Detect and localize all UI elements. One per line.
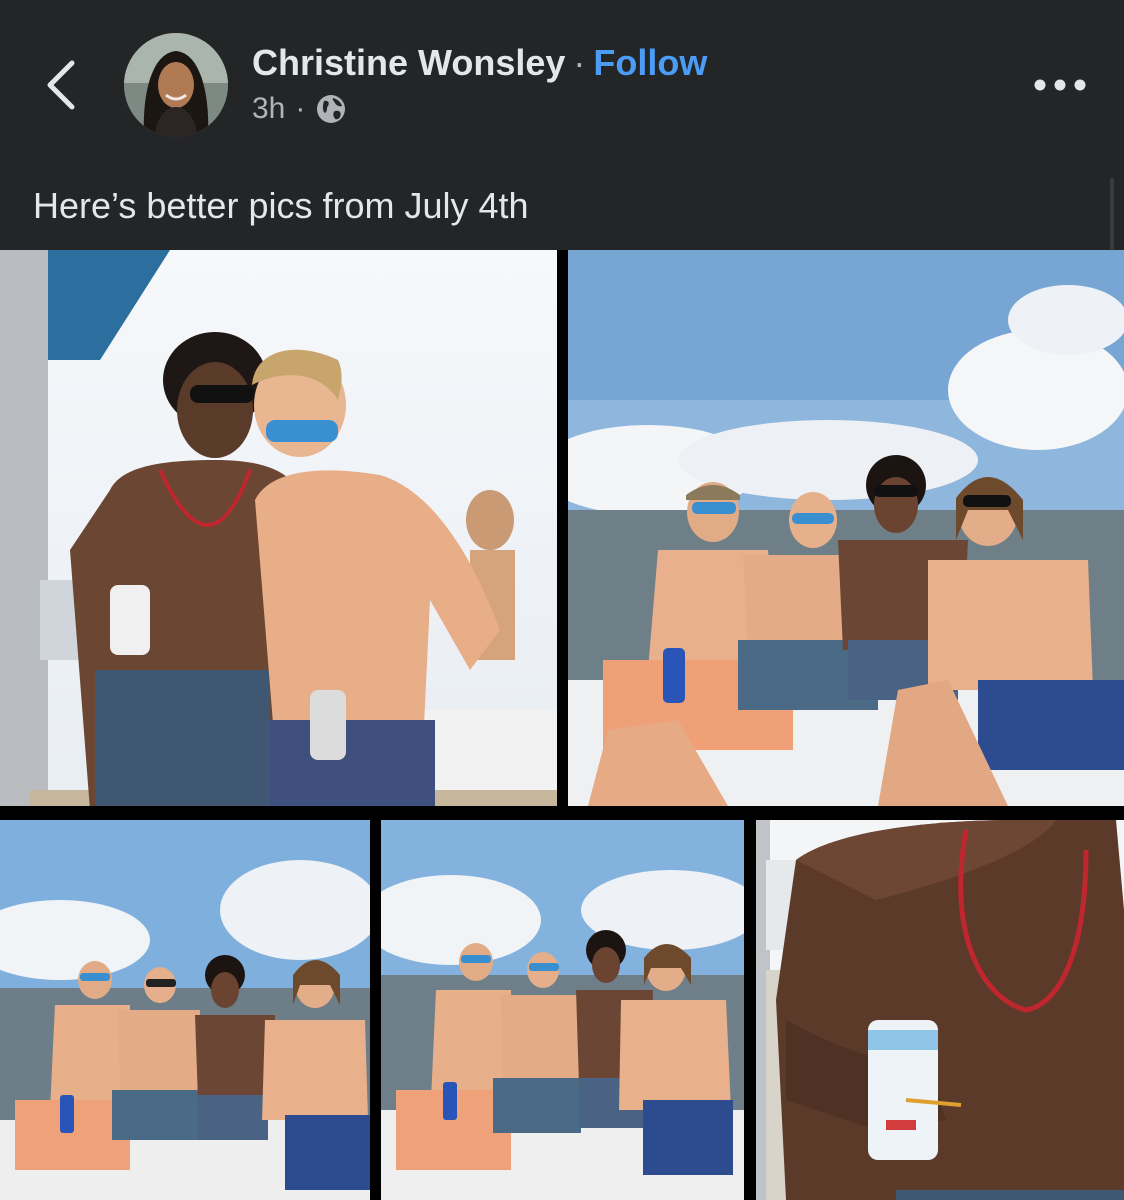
photo-3-image: [0, 820, 370, 1200]
photo-1-image: [0, 250, 557, 806]
globe-icon: [317, 95, 346, 123]
more-options-button[interactable]: [1030, 70, 1090, 100]
avatar-image: [124, 33, 228, 137]
post-meta: 3h ·: [252, 92, 347, 126]
back-button[interactable]: [38, 55, 88, 115]
avatar[interactable]: [124, 33, 228, 137]
photo-4-image: [381, 820, 744, 1200]
photo-1[interactable]: [0, 250, 557, 806]
more-horizontal-icon: [1034, 79, 1086, 91]
photo-5[interactable]: [756, 820, 1124, 1200]
post-header: Christine Wonsley · Follow 3h · Here’s bet…: [0, 0, 1124, 250]
meta-separator: ·: [295, 92, 306, 125]
post-caption: Here’s better pics from July 4th: [33, 185, 529, 226]
photo-2-image: [568, 250, 1124, 806]
post-timestamp[interactable]: 3h: [252, 92, 285, 126]
chevron-left-icon: [47, 60, 75, 110]
scrollbar[interactable]: [1110, 178, 1114, 250]
photo-2[interactable]: [568, 250, 1124, 806]
author-name[interactable]: Christine Wonsley: [252, 42, 565, 83]
follow-button[interactable]: Follow: [593, 42, 707, 83]
photo-4[interactable]: [381, 820, 744, 1200]
name-separator: ·: [573, 42, 586, 83]
photo-5-image: [756, 820, 1124, 1200]
author-line: Christine Wonsley · Follow: [252, 42, 707, 84]
photo-3[interactable]: [0, 820, 370, 1200]
